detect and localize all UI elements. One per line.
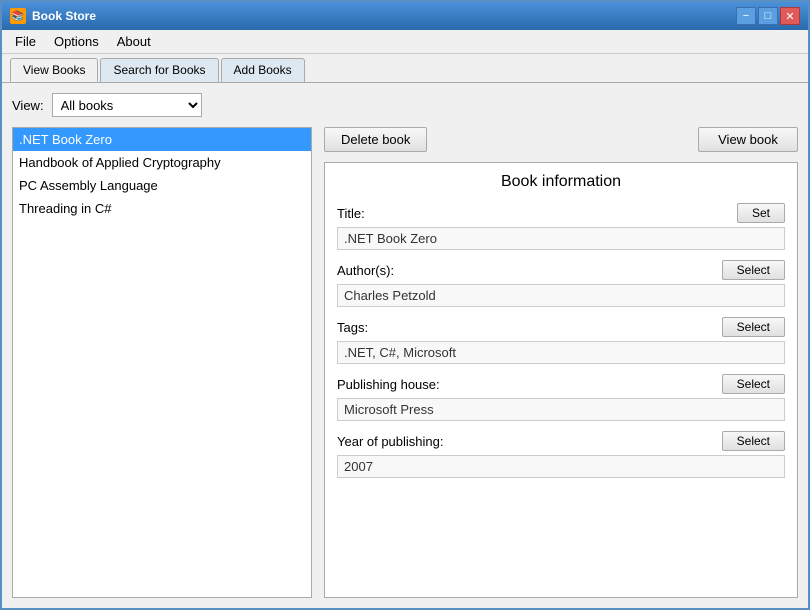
- tags-label: Tags:: [337, 320, 368, 335]
- year-value: 2007: [337, 455, 785, 478]
- menu-about[interactable]: About: [108, 31, 160, 52]
- publishing-field-header: Publishing house: Select: [337, 374, 785, 394]
- list-item[interactable]: PC Assembly Language: [13, 174, 311, 197]
- title-set-button[interactable]: Set: [737, 203, 785, 223]
- title-value: .NET Book Zero: [337, 227, 785, 250]
- close-button[interactable]: ✕: [780, 7, 800, 25]
- minimize-button[interactable]: −: [736, 7, 756, 25]
- tags-field-header: Tags: Select: [337, 317, 785, 337]
- title-label: Title:: [337, 206, 365, 221]
- publishing-value: Microsoft Press: [337, 398, 785, 421]
- year-label: Year of publishing:: [337, 434, 444, 449]
- year-select-button[interactable]: Select: [722, 431, 785, 451]
- view-row: View: All books Fiction Non-Fiction: [12, 93, 798, 117]
- authors-value: Charles Petzold: [337, 284, 785, 307]
- authors-field-header: Author(s): Select: [337, 260, 785, 280]
- action-buttons: Delete book View book: [324, 127, 798, 152]
- tabs-bar: View Books Search for Books Add Books: [2, 54, 808, 82]
- year-field-row: Year of publishing: Select 2007: [337, 431, 785, 478]
- tags-value: .NET, C#, Microsoft: [337, 341, 785, 364]
- view-book-button[interactable]: View book: [698, 127, 798, 152]
- publishing-select-button[interactable]: Select: [722, 374, 785, 394]
- right-panel: Delete book View book Book information T…: [324, 127, 798, 598]
- book-info-panel: Book information Title: Set .NET Book Ze…: [324, 162, 798, 598]
- title-bar-buttons: − □ ✕: [736, 7, 800, 25]
- authors-field-row: Author(s): Select Charles Petzold: [337, 260, 785, 307]
- main-window: 📚 Book Store − □ ✕ File Options About Vi…: [0, 0, 810, 610]
- list-item[interactable]: Threading in C#: [13, 197, 311, 220]
- book-list-panel: .NET Book Zero Handbook of Applied Crypt…: [12, 127, 312, 598]
- menu-bar: File Options About: [2, 30, 808, 54]
- list-item[interactable]: Handbook of Applied Cryptography: [13, 151, 311, 174]
- authors-label: Author(s):: [337, 263, 394, 278]
- tab-search-books[interactable]: Search for Books: [100, 58, 218, 82]
- tags-field-row: Tags: Select .NET, C#, Microsoft: [337, 317, 785, 364]
- publishing-label: Publishing house:: [337, 377, 440, 392]
- title-field-row: Title: Set .NET Book Zero: [337, 203, 785, 250]
- view-select[interactable]: All books Fiction Non-Fiction: [52, 93, 202, 117]
- menu-file[interactable]: File: [6, 31, 45, 52]
- menu-options[interactable]: Options: [45, 31, 108, 52]
- authors-select-button[interactable]: Select: [722, 260, 785, 280]
- main-content: .NET Book Zero Handbook of Applied Crypt…: [12, 127, 798, 598]
- tab-view-books[interactable]: View Books: [10, 58, 98, 82]
- tab-add-books[interactable]: Add Books: [221, 58, 305, 82]
- title-bar: 📚 Book Store − □ ✕: [2, 2, 808, 30]
- list-item[interactable]: .NET Book Zero: [13, 128, 311, 151]
- window-title: Book Store: [32, 9, 96, 23]
- title-field-header: Title: Set: [337, 203, 785, 223]
- year-field-header: Year of publishing: Select: [337, 431, 785, 451]
- delete-book-button[interactable]: Delete book: [324, 127, 427, 152]
- maximize-button[interactable]: □: [758, 7, 778, 25]
- tab-content: View: All books Fiction Non-Fiction .NET…: [2, 82, 808, 608]
- book-info-title: Book information: [337, 173, 785, 191]
- view-label: View:: [12, 98, 44, 113]
- title-bar-left: 📚 Book Store: [10, 8, 96, 24]
- tags-select-button[interactable]: Select: [722, 317, 785, 337]
- publishing-field-row: Publishing house: Select Microsoft Press: [337, 374, 785, 421]
- app-icon: 📚: [10, 8, 26, 24]
